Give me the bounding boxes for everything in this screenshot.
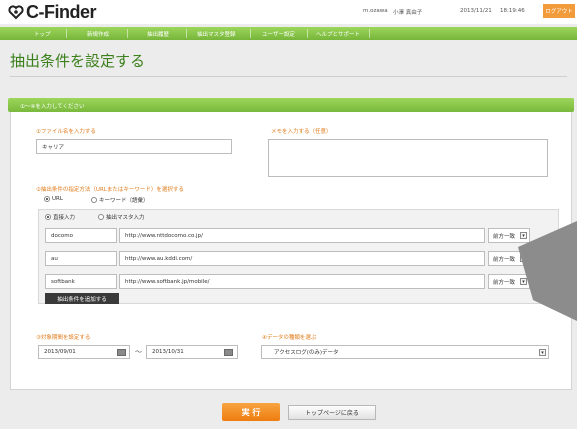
- condition-name-input[interactable]: au: [45, 251, 117, 266]
- condition-name-input[interactable]: docomo: [45, 228, 117, 243]
- match-select-value: 前方一致: [493, 279, 516, 286]
- page-title: 抽出条件を設定する: [10, 52, 146, 70]
- app-window: C-Finder m.ozawa 小澤 真由子 2013/11/21 18:19…: [0, 0, 577, 429]
- radio-dot: [45, 214, 51, 220]
- logo[interactable]: C-Finder: [8, 1, 97, 22]
- top-header: C-Finder m.ozawa 小澤 真由子 2013/11/21 18:19…: [0, 0, 577, 24]
- calendar-icon[interactable]: [224, 349, 233, 356]
- match-select[interactable]: 前方一致 ▾: [488, 228, 530, 243]
- date-separator: ～: [135, 348, 142, 356]
- nav-master[interactable]: 抽出マスタ登録: [197, 30, 236, 38]
- nav-divider: [66, 29, 67, 38]
- radio-url[interactable]: URL: [44, 196, 63, 202]
- match-select-value: 前方一致: [493, 256, 516, 263]
- chevron-down-icon: ▾: [520, 278, 527, 285]
- section-header: ①～④を入力してください: [8, 98, 574, 112]
- chevron-down-icon: ▾: [539, 349, 546, 356]
- nav-help[interactable]: ヘルプとサポート: [316, 30, 360, 38]
- condition-url-input[interactable]: http://www.au.kddi.com/: [119, 251, 485, 266]
- radio-url-label: URL: [52, 196, 63, 202]
- nav-divider: [250, 29, 251, 38]
- nav-divider: [186, 29, 187, 38]
- file-name-input[interactable]: キャリア: [36, 139, 232, 154]
- period-label: ③対象期間を設定する: [36, 335, 91, 341]
- data-type-label: ④データの種類を選ぶ: [262, 335, 317, 341]
- run-button[interactable]: 実 行: [222, 403, 280, 421]
- radio-direct-label: 直接入力: [53, 215, 76, 221]
- logout-button[interactable]: ログアウト: [543, 4, 575, 18]
- user-name: 小澤 真由子: [393, 10, 423, 16]
- match-select-value: 前方一致: [493, 233, 516, 240]
- add-condition-button[interactable]: 抽出条件を追加する: [45, 293, 119, 304]
- nav-new[interactable]: 新規作成: [87, 30, 109, 38]
- chevron-down-icon: ▾: [520, 255, 527, 262]
- memo-label: メモを入力する（任意）: [271, 129, 332, 135]
- nav-divider: [307, 29, 308, 38]
- current-time: 18:19:46: [500, 8, 525, 14]
- current-date: 2013/11/21: [460, 8, 492, 14]
- data-type-select[interactable]: アクセスログ(のみ)データ ▾: [261, 345, 549, 359]
- nav-user-settings[interactable]: ユーザー設定: [262, 30, 295, 38]
- radio-keyword-label: キーワード（語彙）: [99, 198, 149, 204]
- section-label: ①～④を入力してください: [20, 104, 85, 110]
- condition-name-input[interactable]: softbank: [45, 274, 117, 289]
- radio-dot: [44, 196, 50, 202]
- radio-dot: [91, 197, 97, 203]
- main-nav: トップ 新規作成 抽出履歴 抽出マスタ登録 ユーザー設定 ヘルプとサポート: [0, 27, 577, 40]
- nav-top[interactable]: トップ: [34, 30, 51, 38]
- method-label: ②抽出条件の指定方法（URLまたはキーワード）を選択する: [36, 187, 184, 193]
- user-id: m.ozawa: [363, 8, 388, 14]
- data-type-value: アクセスログ(のみ)データ: [274, 350, 339, 356]
- back-to-top-button[interactable]: トップページに戻る: [288, 405, 376, 420]
- nav-divider: [127, 29, 128, 38]
- title-divider: [10, 76, 567, 77]
- calendar-icon[interactable]: [117, 349, 126, 356]
- match-select[interactable]: 前方一致 ▾: [488, 274, 530, 289]
- condition-url-input[interactable]: http://www.nttdocomo.co.jp/: [119, 228, 485, 243]
- nav-divider: [369, 29, 370, 38]
- condition-url-input[interactable]: http://www.softbank.jp/mobile/: [119, 274, 485, 289]
- radio-master-label: 抽出マスタ入力: [106, 215, 145, 221]
- nav-history[interactable]: 抽出履歴: [147, 30, 169, 38]
- radio-direct-input[interactable]: 直接入力: [45, 213, 75, 221]
- radio-keyword[interactable]: キーワード（語彙）: [91, 196, 149, 204]
- heart-logo-icon: [8, 5, 24, 20]
- match-select[interactable]: 前方一致 ▾: [488, 251, 530, 266]
- file-name-label: ①ファイル名を入力する: [36, 129, 96, 135]
- chevron-down-icon: ▾: [520, 232, 527, 239]
- logo-text: C-Finder: [26, 1, 97, 22]
- radio-master-input[interactable]: 抽出マスタ入力: [98, 213, 145, 221]
- radio-dot: [98, 214, 104, 220]
- memo-textarea[interactable]: [268, 139, 548, 177]
